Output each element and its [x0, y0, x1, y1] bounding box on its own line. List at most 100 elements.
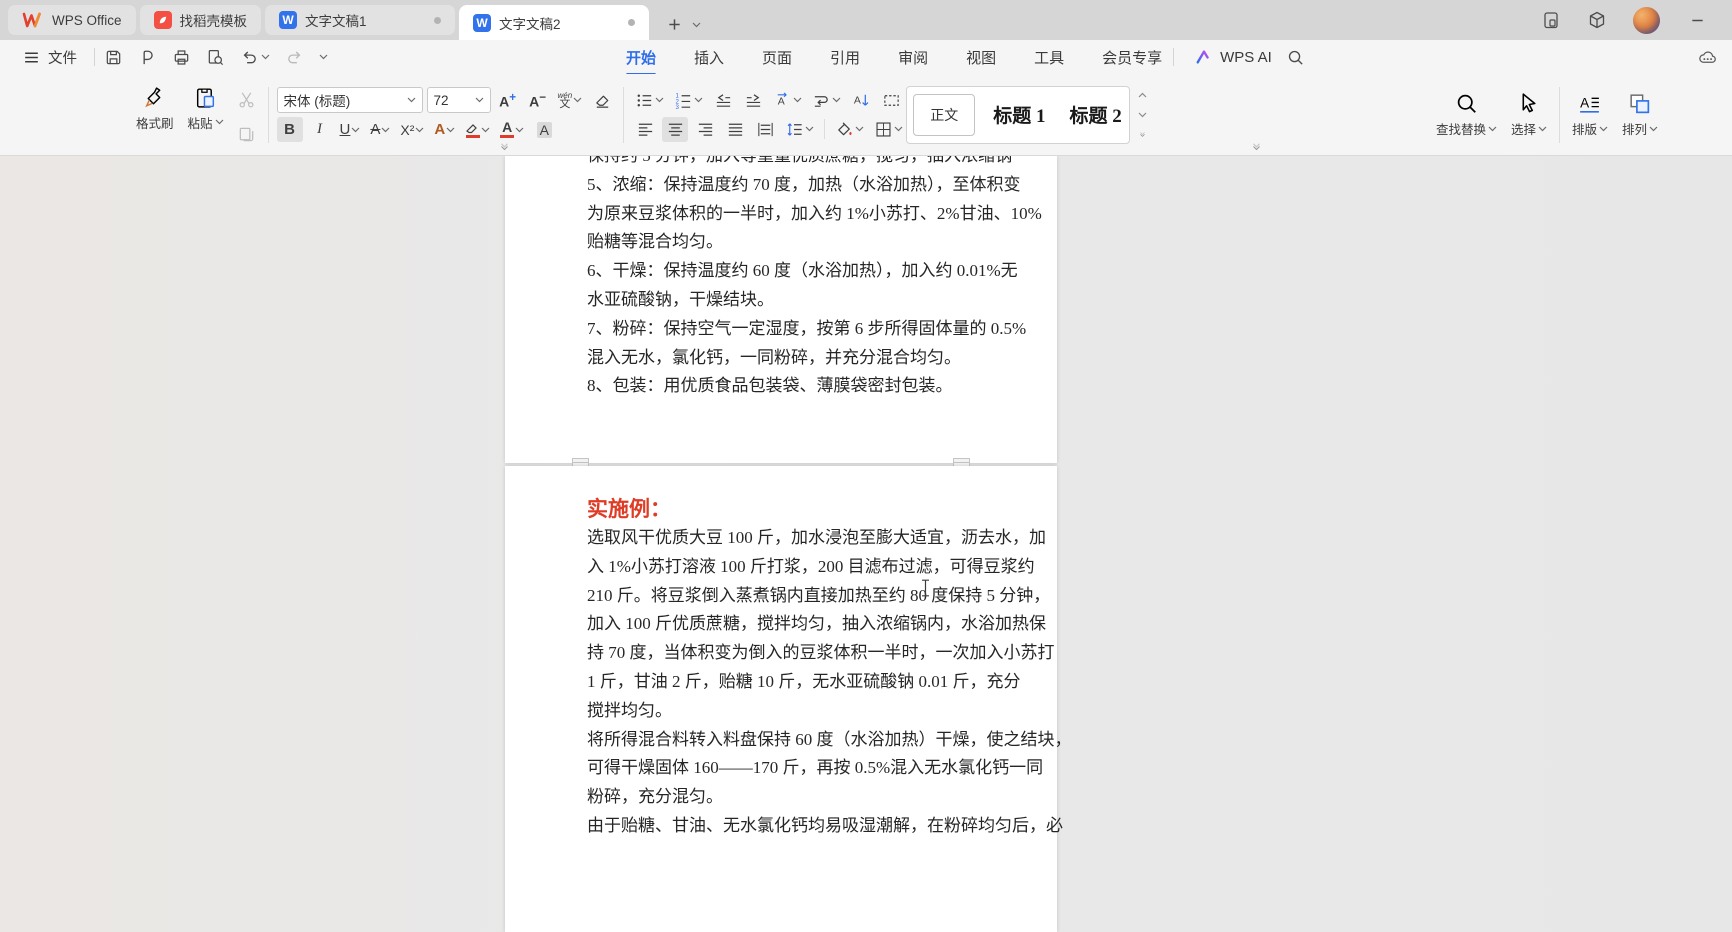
document-line: 加入 100 斤优质蔗糖，搅拌均匀，抽入浓缩锅内，水浴加热保 — [587, 610, 975, 639]
export-pdf-button[interactable] — [138, 48, 157, 67]
decrease-font-button[interactable]: A− — [525, 88, 551, 113]
styles-gallery: 正文标题 1 标题 2 — [906, 86, 1130, 144]
cloud-more-icon[interactable] — [1697, 47, 1718, 68]
menu-tab[interactable]: 会员专享 — [1100, 41, 1164, 74]
tab-label: WPS Office — [52, 13, 122, 28]
tab-docer-templates[interactable]: 找稻壳模板 — [140, 5, 262, 35]
sort-button[interactable] — [848, 88, 874, 113]
increase-font-button[interactable]: A+ — [495, 88, 521, 113]
typeset-button[interactable]: 排版 — [1568, 89, 1612, 140]
shading-button[interactable] — [832, 117, 867, 142]
text-effects-button[interactable]: A — [431, 117, 458, 142]
font-color-button[interactable]: A — [497, 117, 527, 142]
distribute-button[interactable] — [752, 117, 778, 142]
cut-button[interactable] — [234, 87, 260, 112]
document-line: 贻糖等混合均匀。 — [587, 228, 975, 257]
menu-tab[interactable]: 开始 — [624, 41, 658, 74]
borders-button[interactable] — [871, 117, 906, 142]
styles-scroll-up-icon[interactable] — [1138, 92, 1147, 98]
ribbon-collapse-marker[interactable] — [1252, 143, 1261, 152]
save-button[interactable] — [104, 48, 123, 67]
print-button[interactable] — [172, 48, 191, 67]
menu-tab[interactable]: 审阅 — [896, 41, 930, 74]
styles-more-icon[interactable] — [1138, 132, 1147, 138]
arrange-button[interactable]: 排列 — [1618, 89, 1662, 140]
divider — [623, 87, 624, 143]
bullet-list-button[interactable] — [632, 88, 667, 113]
increase-indent-button[interactable] — [740, 88, 766, 113]
find-replace-button[interactable]: 查找替换 — [1432, 89, 1501, 140]
tab-wps-home[interactable]: WPS Office — [8, 5, 136, 35]
wps-ai-button[interactable]: WPS AI — [1195, 48, 1272, 66]
highlight-pen-icon — [465, 121, 480, 138]
decrease-indent-button[interactable] — [710, 88, 736, 113]
redo-button[interactable] — [285, 48, 304, 67]
char-shading-button[interactable]: A — [531, 117, 557, 142]
bold-button[interactable]: B — [277, 117, 303, 142]
outdent-icon — [714, 91, 733, 110]
select-button[interactable]: 选择 — [1507, 89, 1551, 140]
styles-scroll-down-icon[interactable] — [1138, 112, 1147, 118]
paste-button[interactable]: 粘贴 — [184, 83, 228, 134]
character-border-button[interactable] — [878, 88, 904, 113]
document-line: 7、粉碎：保持空气一定湿度，按第 6 步所得固体量的 0.5% — [587, 315, 975, 344]
tab-document-2[interactable]: W 文字文稿2 — [459, 5, 649, 40]
wrap-button[interactable] — [809, 88, 844, 113]
format-painter-button[interactable]: 格式刷 — [132, 83, 178, 134]
style-item[interactable]: 标题 2 — [1063, 100, 1127, 129]
quickbar-more-chevron[interactable] — [319, 54, 328, 60]
menu-tab[interactable]: 视图 — [964, 41, 998, 74]
menu-tab[interactable]: 引用 — [828, 41, 862, 74]
format-painter-icon — [142, 85, 167, 110]
wps-office-window: WPS Office 找稻壳模板 W 文字文稿1 W 文字文稿2 — [0, 0, 1732, 932]
wps-logo-icon — [22, 11, 44, 29]
strikethrough-button[interactable]: A — [367, 117, 393, 142]
menu-tab[interactable]: 页面 — [760, 41, 794, 74]
document-page-2[interactable]: 实施例： 选取风干优质大豆 100 斤，加水浸泡至膨大适宜，沥去水，加入 1%小… — [505, 466, 1057, 932]
highlight-color-button[interactable] — [462, 117, 493, 142]
text-direction-button[interactable] — [770, 88, 805, 113]
align-center-button[interactable] — [662, 117, 688, 142]
scissors-icon — [237, 90, 256, 109]
search-icon[interactable] — [1286, 48, 1305, 67]
clear-format-button[interactable] — [589, 88, 615, 113]
tab-list-chevron[interactable] — [692, 22, 701, 28]
new-tab-button[interactable] — [667, 17, 682, 32]
tab-document-1[interactable]: W 文字文稿1 — [265, 5, 455, 35]
line-spacing-button[interactable] — [782, 117, 817, 142]
apps-cube-icon[interactable] — [1587, 10, 1607, 30]
justify-button[interactable] — [722, 117, 748, 142]
font-name-select[interactable]: 宋体 (标题) — [277, 87, 423, 113]
ribbon-collapse-marker[interactable] — [500, 143, 509, 152]
numbered-list-button[interactable] — [671, 88, 706, 113]
document-page-1[interactable]: 保持约 5 分钟，加入等重量优质蔗糖，搅匀，抽入浓缩锅5、浓缩：保持温度约 70… — [505, 156, 1057, 463]
align-left-button[interactable] — [632, 117, 658, 142]
style-item[interactable]: 标题 1 — [987, 100, 1051, 129]
undo-button[interactable] — [240, 48, 270, 67]
style-item[interactable]: 正文 — [913, 94, 975, 136]
italic-button[interactable]: I — [307, 117, 333, 142]
pinyin-guide-button[interactable]: wén文 — [555, 88, 586, 113]
divider — [1173, 48, 1174, 66]
document-workspace[interactable]: 保持约 5 分钟，加入等重量优质蔗糖，搅匀，抽入浓缩锅5、浓缩：保持温度约 70… — [0, 156, 1732, 932]
font-size-select[interactable]: 72 — [427, 87, 491, 113]
copy-button[interactable] — [234, 122, 260, 147]
document-line: 粉碎，充分混匀。 — [587, 783, 975, 812]
ribbon-toolbar: 格式刷 粘贴 宋体 (标题) 72 — [0, 74, 1732, 156]
minimize-button[interactable] — [1686, 13, 1708, 28]
underline-button[interactable]: U — [337, 117, 364, 142]
menu-tab[interactable]: 插入 — [692, 41, 726, 74]
font-group: 宋体 (标题) 72 A+ A− wén文 B I U A — [277, 83, 616, 147]
wps-ai-icon — [1195, 48, 1213, 66]
paragraph-group — [632, 83, 906, 147]
print-preview-button[interactable] — [206, 48, 225, 67]
align-right-button[interactable] — [692, 117, 718, 142]
divider — [268, 87, 269, 143]
writer-doc-icon: W — [473, 14, 491, 32]
user-avatar[interactable] — [1633, 7, 1660, 34]
menu-tab[interactable]: 工具 — [1032, 41, 1066, 74]
file-menu-button[interactable]: 文件 — [14, 47, 85, 68]
document-line: 8、包装：用优质食品包装袋、薄膜袋密封包装。 — [587, 372, 975, 401]
superscript-button[interactable]: X² — [397, 117, 427, 142]
mobile-device-icon[interactable] — [1541, 10, 1561, 30]
